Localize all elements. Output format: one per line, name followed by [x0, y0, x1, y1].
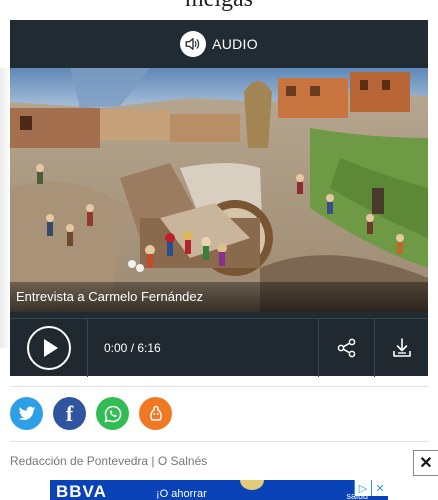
time-display: 0:00 / 6:16 — [104, 341, 161, 355]
audio-label: AUDIO — [212, 36, 258, 52]
share-button[interactable] — [318, 319, 374, 377]
twitter-icon — [18, 406, 35, 420]
nativity-scene-photo: Entrevista a Carmelo Fernández — [10, 68, 428, 312]
meneame-share-button[interactable] — [139, 397, 172, 430]
social-share-bar: f — [10, 397, 172, 431]
ad-banner[interactable]: BBVA ¡O ahorrar Me salud financiera ▷ ✕ — [50, 480, 388, 500]
audio-player-controls: 0:00 / 6:16 — [10, 318, 428, 377]
ad-close-button[interactable]: ✕ — [413, 450, 438, 476]
ad-graphic — [240, 480, 264, 490]
close-icon: ✕ — [419, 455, 433, 472]
speaker-icon — [180, 31, 207, 57]
facebook-share-button[interactable]: f — [53, 397, 86, 430]
whatsapp-icon — [103, 405, 121, 423]
ad-headline: ¡O ahorrar — [156, 488, 207, 500]
divider — [10, 441, 428, 442]
audio-card: AUDIO Entrevista a Carmelo Fernández 0:0… — [10, 20, 428, 377]
play-icon — [26, 326, 71, 370]
byline: Redacción de Pontevedra | O Salnés — [10, 454, 208, 468]
whatsapp-share-button[interactable] — [96, 397, 129, 430]
download-button[interactable] — [374, 319, 428, 377]
edge-shadow — [0, 68, 10, 348]
adchoices-icon: ▷ — [354, 480, 371, 496]
play-button[interactable] — [10, 319, 88, 377]
adchoices-close-icon: ✕ — [371, 480, 388, 496]
twitter-share-button[interactable] — [10, 397, 43, 430]
audio-caption: Entrevista a Carmelo Fernández — [10, 282, 428, 312]
download-icon — [392, 338, 411, 357]
facebook-icon: f — [65, 400, 74, 426]
ad-brand-logo: BBVA — [56, 482, 107, 500]
share-icon — [337, 338, 355, 358]
adchoices-badge[interactable]: ▷ ✕ — [354, 480, 388, 496]
audio-header: AUDIO — [10, 20, 428, 68]
divider — [10, 386, 428, 387]
page-title: meigas — [0, 0, 438, 12]
meneame-icon — [149, 405, 162, 421]
